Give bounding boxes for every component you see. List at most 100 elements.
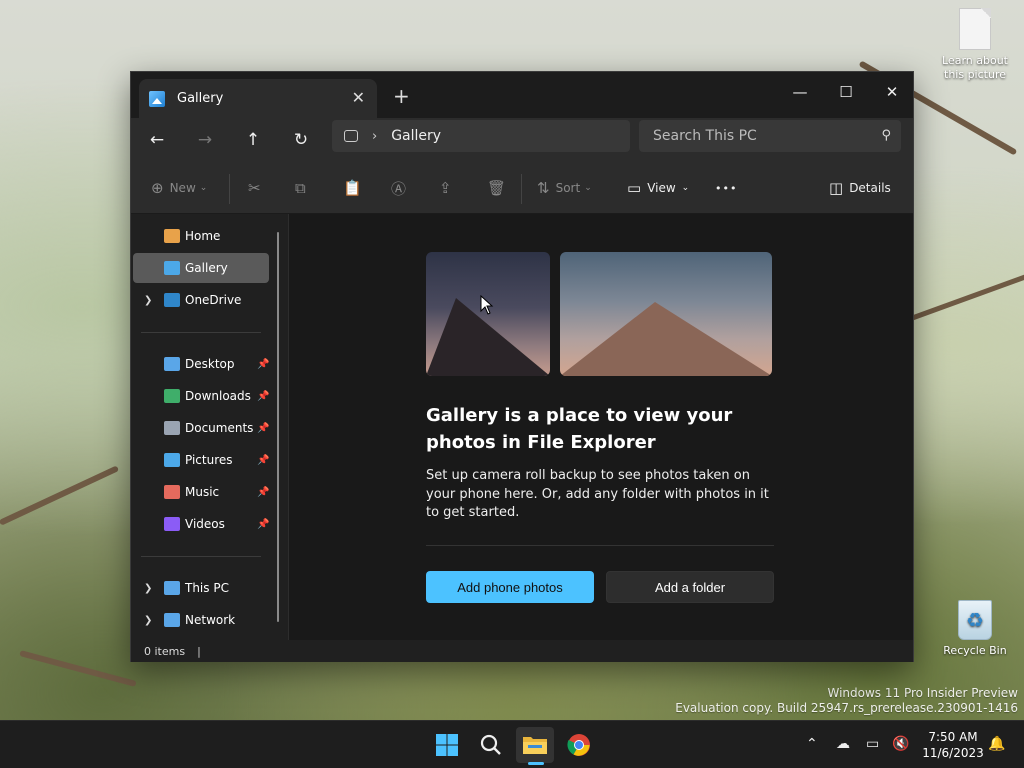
pin-icon[interactable]: 📌 bbox=[257, 423, 269, 434]
gallery-description: Set up camera roll backup to see photos … bbox=[426, 468, 769, 520]
search-taskbar-button[interactable] bbox=[472, 727, 510, 763]
network-icon[interactable]: ▭ bbox=[866, 736, 879, 752]
more-options-button[interactable]: ••• bbox=[715, 176, 737, 200]
chevron-right-icon[interactable]: ❯ bbox=[144, 615, 152, 626]
plus-circle-icon: ⊕ bbox=[151, 179, 164, 197]
search-icon bbox=[480, 734, 501, 755]
sidebar-item-label: Home bbox=[185, 229, 221, 243]
refresh-button[interactable]: ↻ bbox=[286, 126, 316, 154]
new-label: New bbox=[169, 181, 196, 195]
sidebar-item-videos[interactable]: Videos 📌 bbox=[133, 509, 269, 539]
clock-date: 11/6/2023 bbox=[922, 746, 984, 760]
breadcrumb-chevron-icon: › bbox=[372, 128, 378, 144]
system-clock[interactable]: 7:50 AM 11/6/2023 bbox=[918, 729, 988, 761]
pin-icon[interactable]: 📌 bbox=[257, 519, 269, 530]
download-icon bbox=[164, 389, 180, 403]
taskbar: ⌃ ☁ ▭ 🔇 7:50 AM 11/6/2023 🔔 bbox=[0, 720, 1024, 768]
address-bar[interactable]: › Gallery bbox=[332, 120, 630, 152]
sidebar-item-label: Network bbox=[185, 613, 236, 627]
new-button[interactable]: ⊕ New ⌄ bbox=[151, 176, 207, 200]
sidebar-item-this-pc[interactable]: ❯ This PC bbox=[133, 573, 269, 603]
desktop-icon-recycle-bin[interactable]: ♻ Recycle Bin bbox=[935, 600, 1015, 658]
folder-icon bbox=[523, 737, 547, 754]
sidebar-item-label: Downloads bbox=[185, 389, 251, 403]
item-count: 0 items bbox=[144, 644, 186, 658]
chevron-down-icon: ⌄ bbox=[681, 183, 690, 193]
back-button[interactable]: ← bbox=[142, 126, 172, 154]
maximize-button[interactable]: ☐ bbox=[823, 78, 869, 106]
desktop-icon-label: Learn about this picture bbox=[942, 54, 1008, 81]
breadcrumb-gallery[interactable]: Gallery bbox=[391, 128, 441, 144]
sidebar-item-home[interactable]: Home bbox=[133, 221, 269, 251]
desktop-icon-learn[interactable]: Learn about this picture bbox=[935, 8, 1015, 82]
add-phone-photos-button[interactable]: Add phone photos bbox=[426, 571, 594, 603]
sidebar-scrollbar[interactable] bbox=[277, 232, 279, 622]
new-tab-button[interactable]: + bbox=[393, 84, 410, 108]
details-pane-icon: ◫ bbox=[829, 179, 844, 197]
file-explorer-taskbar-button[interactable] bbox=[516, 727, 554, 763]
rename-button[interactable]: Ⓐ bbox=[391, 176, 412, 200]
sidebar-item-onedrive[interactable]: ❯ OneDrive bbox=[133, 285, 269, 315]
mouse-cursor bbox=[480, 295, 494, 315]
tab-close-icon[interactable]: ✕ bbox=[352, 88, 365, 107]
sidebar-item-pictures[interactable]: Pictures 📌 bbox=[133, 445, 269, 475]
view-label: View bbox=[647, 181, 676, 195]
copy-icon: ⧉ bbox=[295, 179, 306, 197]
chevron-down-icon: ⌄ bbox=[199, 183, 208, 193]
search-placeholder: Search This PC bbox=[653, 128, 757, 144]
sort-label: Sort bbox=[555, 181, 581, 195]
status-separator: | bbox=[197, 644, 201, 658]
sidebar-item-label: Documents bbox=[185, 421, 254, 435]
sidebar-item-desktop[interactable]: Desktop 📌 bbox=[133, 349, 269, 379]
chevron-right-icon[interactable]: ❯ bbox=[144, 583, 152, 594]
chevron-up-icon[interactable]: ⌃ bbox=[806, 736, 818, 752]
rename-icon: Ⓐ bbox=[391, 179, 407, 198]
sidebar-item-downloads[interactable]: Downloads 📌 bbox=[133, 381, 269, 411]
chrome-taskbar-button[interactable] bbox=[560, 727, 598, 763]
up-button[interactable]: ↑ bbox=[238, 126, 268, 154]
sidebar-item-music[interactable]: Music 📌 bbox=[133, 477, 269, 507]
trash-icon: 🗑 bbox=[487, 179, 507, 197]
paste-button[interactable]: 📋 bbox=[343, 176, 368, 200]
music-icon bbox=[164, 485, 180, 499]
sidebar-item-label: Gallery bbox=[185, 261, 228, 275]
tab-gallery[interactable]: Gallery ✕ bbox=[139, 79, 377, 118]
watermark-line1: Windows 11 Pro Insider Preview bbox=[827, 686, 1018, 700]
branch bbox=[19, 650, 137, 687]
gallery-icon bbox=[149, 90, 165, 107]
add-folder-button[interactable]: Add a folder bbox=[606, 571, 774, 603]
delete-button[interactable]: 🗑 bbox=[487, 176, 512, 200]
sidebar-item-network[interactable]: ❯ Network bbox=[133, 605, 269, 635]
pin-icon[interactable]: 📌 bbox=[257, 487, 269, 498]
home-icon bbox=[164, 229, 180, 243]
sort-icon: ⇅ bbox=[537, 179, 550, 197]
sidebar-item-gallery[interactable]: Gallery bbox=[133, 253, 269, 283]
onedrive-icon[interactable]: ☁ bbox=[836, 736, 850, 752]
sidebar-item-documents[interactable]: Documents 📌 bbox=[133, 413, 269, 443]
status-bar: 0 items | bbox=[131, 640, 913, 662]
details-button[interactable]: ◫ Details bbox=[829, 176, 891, 200]
sidebar-item-label: Music bbox=[185, 485, 220, 499]
volume-muted-icon[interactable]: 🔇 bbox=[892, 736, 909, 752]
gallery-icon bbox=[164, 261, 180, 275]
network-icon bbox=[164, 613, 180, 627]
chevron-right-icon[interactable]: ❯ bbox=[144, 295, 152, 306]
cut-button[interactable]: ✂ bbox=[248, 176, 267, 200]
copy-button[interactable]: ⧉ bbox=[295, 176, 312, 200]
forward-button[interactable]: → bbox=[190, 126, 220, 154]
start-button[interactable] bbox=[428, 727, 466, 763]
gallery-location-icon bbox=[344, 130, 358, 142]
pin-icon[interactable]: 📌 bbox=[257, 359, 269, 370]
notification-bell-icon[interactable]: 🔔 bbox=[988, 736, 1005, 752]
sort-button[interactable]: ⇅ Sort ⌄ bbox=[537, 176, 592, 200]
share-button[interactable]: ⇪ bbox=[439, 176, 458, 200]
branch bbox=[899, 272, 1024, 325]
close-button[interactable]: ✕ bbox=[869, 78, 915, 106]
search-input[interactable]: Search This PC ⚲ bbox=[639, 120, 901, 152]
pin-icon[interactable]: 📌 bbox=[257, 455, 269, 466]
content-divider bbox=[426, 545, 774, 546]
view-button[interactable]: ▭ View ⌄ bbox=[627, 176, 689, 200]
pin-icon[interactable]: 📌 bbox=[257, 391, 269, 402]
minimize-button[interactable]: — bbox=[777, 78, 823, 106]
navigation-pane: Home Gallery ❯ OneDrive Desktop 📌 Downlo… bbox=[131, 214, 289, 640]
